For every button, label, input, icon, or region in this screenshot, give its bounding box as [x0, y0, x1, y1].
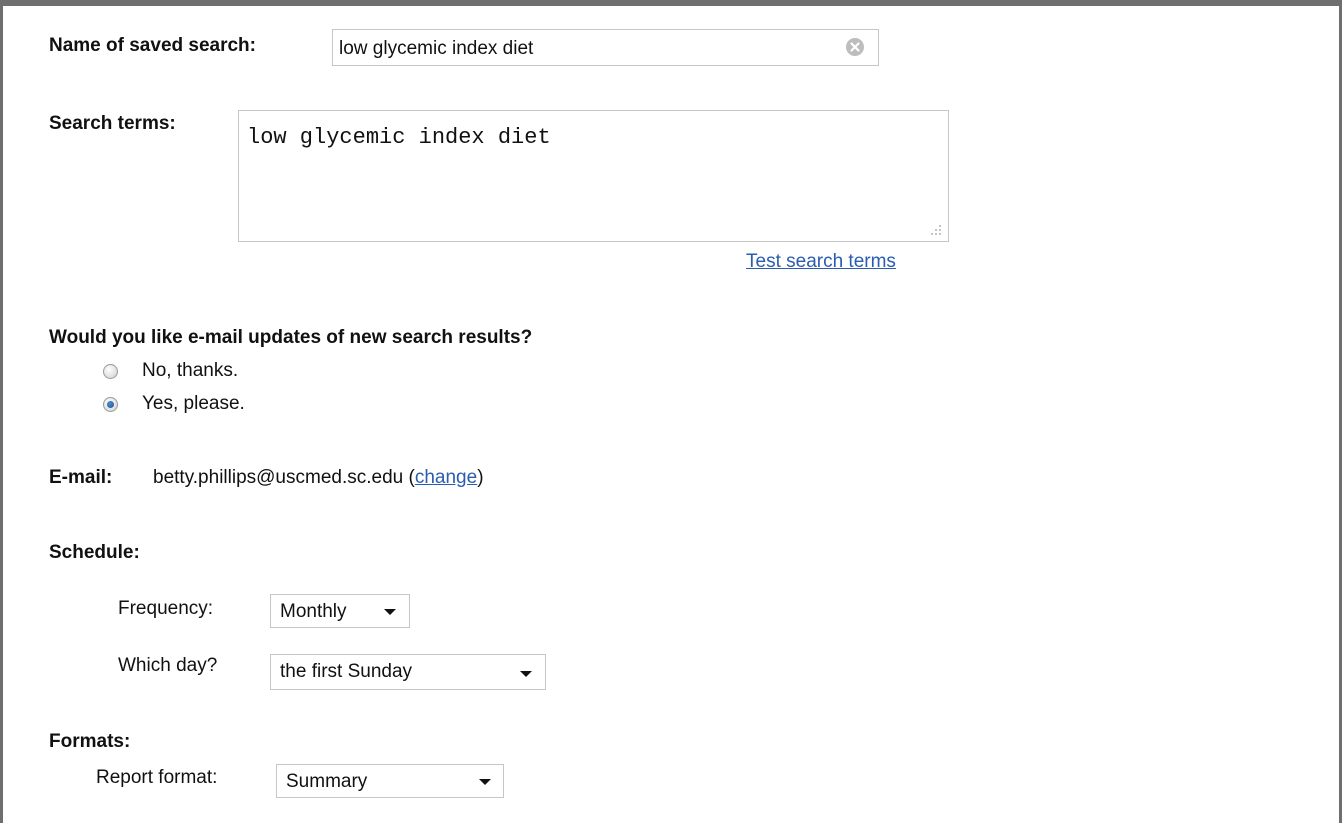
which-day-selected-value: the first Sunday [280, 661, 413, 682]
radio-yes-please-label[interactable]: Yes, please. [142, 393, 245, 415]
test-search-terms-link[interactable]: Test search terms [746, 251, 896, 273]
email-address: betty.phillips@uscmed.sc.edu [153, 467, 404, 488]
search-terms-textarea[interactable]: low glycemic index diet [238, 110, 949, 242]
email-updates-question: Would you like e-mail updates of new sea… [49, 327, 533, 348]
email-close-paren: ) [477, 467, 484, 488]
report-format-selected-value: Summary [286, 771, 368, 792]
radio-no-thanks[interactable] [103, 364, 118, 379]
radio-no-thanks-label[interactable]: No, thanks. [142, 360, 238, 382]
which-day-label: Which day? [118, 655, 218, 676]
clear-input-icon[interactable] [844, 36, 866, 58]
report-format-select[interactable]: Summary [276, 764, 504, 798]
panel-frame: Name of saved search: low glycemic index… [0, 0, 1342, 823]
email-label: E-mail: [49, 467, 113, 488]
which-day-select[interactable]: the first Sunday [270, 654, 546, 690]
frequency-chevron-down-icon [384, 609, 396, 615]
saved-search-name-label: Name of saved search: [49, 35, 256, 56]
change-email-link[interactable]: change [415, 467, 477, 488]
frequency-selected-value: Monthly [280, 601, 347, 622]
frequency-select[interactable]: Monthly [270, 594, 410, 628]
resize-grip-icon[interactable] [929, 222, 943, 236]
email-line: betty.phillips@uscmed.sc.edu (change) [153, 467, 484, 489]
which-day-chevron-down-icon [520, 671, 532, 677]
saved-search-name-input[interactable]: low glycemic index diet [332, 29, 879, 66]
schedule-heading: Schedule: [49, 542, 140, 563]
report-format-label: Report format: [96, 767, 218, 788]
search-terms-label: Search terms: [49, 113, 176, 134]
formats-heading: Formats: [49, 731, 131, 752]
frequency-label: Frequency: [118, 598, 214, 619]
radio-yes-please[interactable] [103, 397, 118, 412]
report-format-chevron-down-icon [479, 779, 491, 785]
